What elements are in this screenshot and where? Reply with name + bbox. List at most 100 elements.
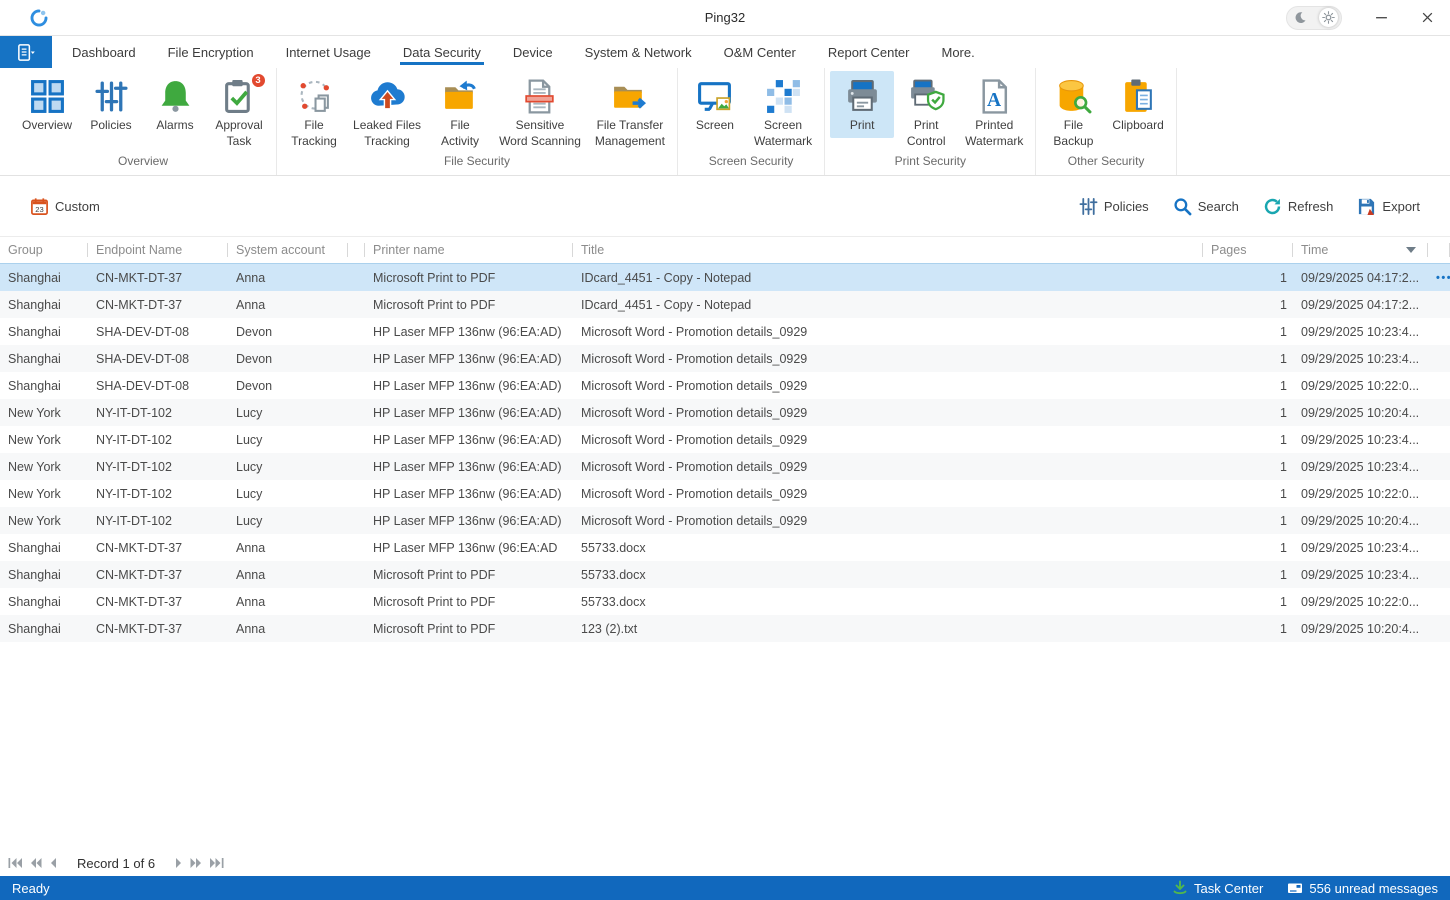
- cell-title: IDcard_4451 - Copy - Notepad: [573, 264, 1203, 291]
- ribbon-item-print-control[interactable]: Print Control: [894, 71, 958, 153]
- ribbon-item-policies[interactable]: Policies: [79, 71, 143, 138]
- table-row[interactable]: New YorkNY-IT-DT-102LucyHP Laser MFP 136…: [0, 453, 1450, 480]
- export-icon: [1357, 197, 1376, 216]
- table-row[interactable]: ShanghaiSHA-DEV-DT-08DevonHP Laser MFP 1…: [0, 372, 1450, 399]
- table-row[interactable]: New YorkNY-IT-DT-102LucyHP Laser MFP 136…: [0, 399, 1450, 426]
- ribbon-item-file-backup[interactable]: File Backup: [1041, 71, 1105, 153]
- ribbon-item-screen-watermark[interactable]: Screen Watermark: [747, 71, 819, 153]
- prev-page-button[interactable]: [30, 857, 42, 869]
- ribbon-item-label: Printed Watermark: [965, 118, 1023, 149]
- cell-actions: [1428, 318, 1450, 345]
- ribbon-item-overview[interactable]: Overview: [15, 71, 79, 138]
- dark-mode-moon-icon[interactable]: [1294, 11, 1307, 24]
- grid-body: ShanghaiCN-MKT-DT-37AnnaMicrosoft Print …: [0, 264, 1450, 642]
- cell-account: Anna: [228, 534, 348, 561]
- titlebar: Ping32: [0, 0, 1450, 36]
- ribbon-item-clipboard[interactable]: Clipboard: [1105, 71, 1170, 138]
- task-center-button[interactable]: Task Center: [1172, 880, 1263, 896]
- more-options-icon[interactable]: •••: [1436, 272, 1450, 284]
- ribbon-item-alarms[interactable]: Alarms: [143, 71, 207, 138]
- tab-device[interactable]: Device: [497, 36, 569, 68]
- table-row[interactable]: ShanghaiCN-MKT-DT-37AnnaMicrosoft Print …: [0, 588, 1450, 615]
- cell-title: Microsoft Word - Promotion details_0929: [573, 426, 1203, 453]
- ribbon-item-approval-task[interactable]: 3Approval Task: [207, 71, 271, 153]
- task-center-download-icon: [1172, 880, 1188, 896]
- column-header-time[interactable]: Time: [1293, 237, 1428, 263]
- table-row[interactable]: ShanghaiSHA-DEV-DT-08DevonHP Laser MFP 1…: [0, 318, 1450, 345]
- table-row[interactable]: ShanghaiSHA-DEV-DT-08DevonHP Laser MFP 1…: [0, 345, 1450, 372]
- cell-actions[interactable]: •••: [1428, 264, 1450, 291]
- policies-button[interactable]: Policies: [1079, 197, 1149, 216]
- svg-text:A: A: [987, 90, 1001, 111]
- cell-pages: 1: [1203, 453, 1293, 480]
- cell-endpoint: CN-MKT-DT-37: [88, 534, 228, 561]
- ribbon-item-label: File Tracking: [291, 118, 337, 149]
- cell-printer: HP Laser MFP 136nw (96:EA:AD): [365, 318, 573, 345]
- tab-system-network[interactable]: System & Network: [569, 36, 708, 68]
- ribbon-item-file-transfer-management[interactable]: File Transfer Management: [588, 71, 672, 153]
- ribbon-item-sensitive-word-scanning[interactable]: Sensitive Word Scanning: [492, 71, 588, 153]
- column-header-printer-name[interactable]: Printer name: [365, 237, 573, 263]
- tab-dashboard[interactable]: Dashboard: [56, 36, 152, 68]
- ribbon-item-leaked-files-tracking[interactable]: Leaked Files Tracking: [346, 71, 428, 153]
- tab-o-m-center[interactable]: O&M Center: [708, 36, 812, 68]
- tab-internet-usage[interactable]: Internet Usage: [270, 36, 387, 68]
- ribbon-item-label: Screen: [696, 118, 734, 134]
- ribbon-item-file-activity[interactable]: File Activity: [428, 71, 492, 153]
- minimize-button[interactable]: [1358, 0, 1404, 36]
- search-button[interactable]: Search: [1173, 197, 1239, 216]
- close-button[interactable]: [1404, 0, 1450, 36]
- next-page-button[interactable]: [190, 857, 202, 869]
- app-window: Ping32 DashboardFile EncryptionInternet …: [0, 0, 1450, 900]
- prev-record-button[interactable]: [50, 857, 57, 869]
- tab-report-center[interactable]: Report Center: [812, 36, 926, 68]
- notification-badge: 3: [251, 73, 266, 88]
- export-button[interactable]: Export: [1357, 197, 1420, 216]
- column-header-system-account[interactable]: System account: [228, 237, 348, 263]
- ribbon-item-screen[interactable]: Screen: [683, 71, 747, 138]
- table-row[interactable]: ShanghaiCN-MKT-DT-37AnnaMicrosoft Print …: [0, 561, 1450, 588]
- table-row[interactable]: ShanghaiCN-MKT-DT-37AnnaMicrosoft Print …: [0, 291, 1450, 318]
- table-row[interactable]: ShanghaiCN-MKT-DT-37AnnaHP Laser MFP 136…: [0, 534, 1450, 561]
- cell-group: New York: [0, 453, 88, 480]
- custom-date-button[interactable]: 23 Custom: [30, 197, 100, 216]
- status-ready-text: Ready: [12, 881, 50, 896]
- column-header-pages[interactable]: Pages: [1203, 237, 1293, 263]
- unread-messages-button[interactable]: 556 unread messages: [1287, 880, 1438, 896]
- refresh-button[interactable]: Refresh: [1263, 197, 1334, 216]
- cell-group: Shanghai: [0, 345, 88, 372]
- table-row[interactable]: New YorkNY-IT-DT-102LucyHP Laser MFP 136…: [0, 507, 1450, 534]
- cell-time: 09/29/2025 10:23:4...: [1293, 453, 1428, 480]
- table-row[interactable]: ShanghaiCN-MKT-DT-37AnnaMicrosoft Print …: [0, 615, 1450, 642]
- table-row[interactable]: New YorkNY-IT-DT-102LucyHP Laser MFP 136…: [0, 426, 1450, 453]
- cell-title: Microsoft Word - Promotion details_0929: [573, 318, 1203, 345]
- screen-icon: [696, 78, 733, 115]
- first-record-button[interactable]: [8, 857, 22, 869]
- cell-spacer: [348, 291, 365, 318]
- next-record-button[interactable]: [175, 857, 182, 869]
- last-record-button[interactable]: [210, 857, 224, 869]
- cell-actions: [1428, 345, 1450, 372]
- column-header-endpoint-name[interactable]: Endpoint Name: [88, 237, 228, 263]
- light-mode-sun-icon[interactable]: [1319, 8, 1338, 27]
- ribbon-item-file-tracking[interactable]: File Tracking: [282, 71, 346, 153]
- column-header-title[interactable]: Title: [573, 237, 1203, 263]
- action-right: Policies Search Refresh Export: [1079, 197, 1420, 216]
- cell-account: Lucy: [228, 507, 348, 534]
- ribbon-item-printed-watermark[interactable]: A Printed Watermark: [958, 71, 1030, 153]
- cell-account: Devon: [228, 345, 348, 372]
- table-row[interactable]: New YorkNY-IT-DT-102LucyHP Laser MFP 136…: [0, 480, 1450, 507]
- tab-more[interactable]: More.: [926, 36, 991, 68]
- cell-endpoint: SHA-DEV-DT-08: [88, 345, 228, 372]
- message-envelope-icon: [1287, 880, 1303, 896]
- ribbon-item-print[interactable]: Print: [830, 71, 894, 138]
- table-row[interactable]: ShanghaiCN-MKT-DT-37AnnaMicrosoft Print …: [0, 264, 1450, 291]
- tab-file-encryption[interactable]: File Encryption: [152, 36, 270, 68]
- tab-data-security[interactable]: Data Security: [387, 36, 497, 68]
- record-navigator: Record 1 of 6: [0, 850, 1450, 876]
- main-menu-button[interactable]: [0, 36, 52, 68]
- column-header-group[interactable]: Group: [0, 237, 88, 263]
- theme-toggle[interactable]: [1286, 6, 1342, 30]
- filter-dropdown-icon[interactable]: [1406, 247, 1416, 253]
- cell-endpoint: NY-IT-DT-102: [88, 399, 228, 426]
